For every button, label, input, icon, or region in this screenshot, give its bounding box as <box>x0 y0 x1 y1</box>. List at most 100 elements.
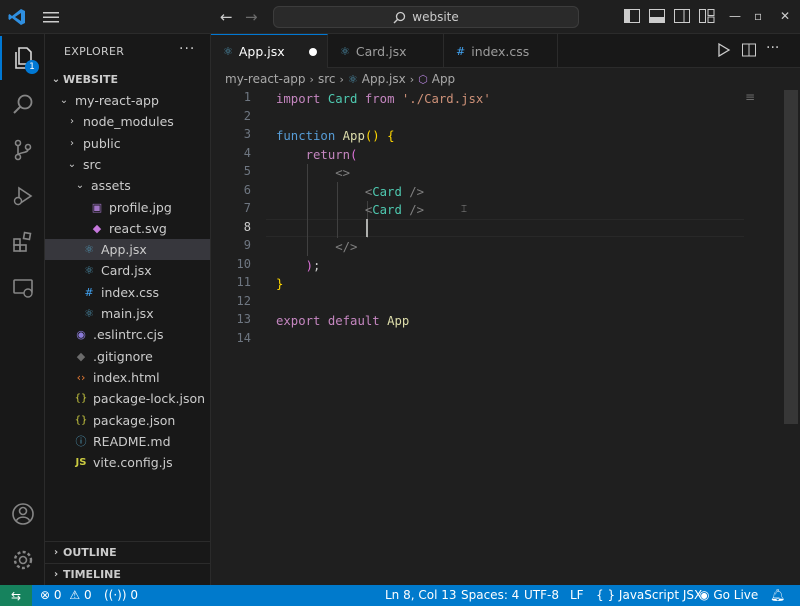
tree-item[interactable]: ◆ react.svg <box>45 218 210 239</box>
breadcrumb-item[interactable]: my-react-app <box>225 72 306 86</box>
toggle-panel-icon[interactable] <box>649 9 665 23</box>
tree-item[interactable]: › node_modules <box>45 111 210 132</box>
tree-item-label: react.svg <box>109 220 167 236</box>
hamburger-menu-icon[interactable] <box>42 9 60 25</box>
explorer-activity[interactable]: 1 <box>0 36 45 80</box>
forward-arrow-icon[interactable]: → <box>245 8 258 26</box>
code-line[interactable]: <> <box>276 164 350 183</box>
editor-scrollbar[interactable] <box>784 90 798 424</box>
explorer-header: EXPLORER ··· <box>45 34 211 68</box>
search-activity[interactable] <box>0 82 45 126</box>
maximize-button[interactable]: ▫ <box>754 9 762 23</box>
close-button[interactable]: ✕ <box>780 9 790 23</box>
tree-item-label: .gitignore <box>93 348 153 364</box>
broadcast-icon: ((·)) <box>104 588 127 602</box>
more-actions-icon[interactable]: ··· <box>179 41 195 57</box>
indentation[interactable]: Spaces: 4 <box>461 588 519 602</box>
line-number: 8 <box>243 219 251 234</box>
tree-item[interactable]: {} package.json <box>45 410 210 431</box>
minimize-button[interactable]: — <box>729 9 741 23</box>
ports-indicator[interactable]: ((·)) 0 <box>104 588 138 602</box>
customize-layout-icon[interactable] <box>699 9 715 23</box>
tree-item[interactable]: ⚛ App.jsx <box>45 239 210 261</box>
tree-item-label: my-react-app <box>75 93 159 108</box>
code-line[interactable]: </> <box>276 238 357 257</box>
manage-activity[interactable] <box>0 538 45 582</box>
eslint-file-icon: ◉ <box>76 328 86 342</box>
tree-item[interactable]: ◆ .gitignore <box>45 346 210 367</box>
end-of-line[interactable]: LF <box>570 588 584 602</box>
code-line[interactable]: ); <box>276 257 321 276</box>
code-line[interactable]: import Card from './Card.jsx' <box>276 90 491 109</box>
toggle-primary-sidebar-icon[interactable] <box>624 9 640 23</box>
chevron-right-icon: › <box>70 116 74 128</box>
readme-info-icon: ⓘ <box>75 435 87 449</box>
code-token: './Card.jsx' <box>401 92 491 106</box>
tree-item[interactable]: JS vite.config.js <box>45 452 210 473</box>
breadcrumb-item[interactable]: App <box>432 72 455 86</box>
minimap-icon[interactable]: ≡ <box>745 90 755 104</box>
tree-item[interactable]: ⓘ README.md <box>45 431 210 452</box>
more-actions-icon[interactable]: ··· <box>766 40 779 56</box>
tree-item[interactable]: ‹› index.html <box>45 367 210 388</box>
code-editor[interactable]: 1 2 3 4 5 6 7 8 9 10 11 12 13 14 import Card from './… <box>211 90 784 585</box>
source-control-activity[interactable] <box>0 128 45 172</box>
breadcrumb-item[interactable]: src <box>318 72 336 86</box>
extensions-activity[interactable] <box>0 220 45 264</box>
code-line[interactable]: function App() { <box>276 127 394 146</box>
command-center-search[interactable]: website <box>273 6 579 28</box>
problems-indicator[interactable]: ⊗ 0 ⚠ 0 <box>40 588 92 602</box>
breadcrumb-item[interactable]: App.jsx <box>362 72 406 86</box>
tree-item[interactable]: # index.css <box>45 282 210 303</box>
chevron-right-icon: › <box>53 547 59 558</box>
tree-item[interactable]: ⚛ Card.jsx <box>45 260 210 281</box>
run-debug-icon <box>13 186 32 206</box>
tree-item[interactable]: ▣ profile.jpg <box>45 197 210 218</box>
toggle-secondary-sidebar-icon[interactable] <box>674 9 690 23</box>
tree-item[interactable]: ⚛ main.jsx <box>45 303 210 324</box>
workspace-root[interactable]: ⌄ WEBSITE <box>45 69 210 90</box>
code-line[interactable]: <Card /> <box>276 183 424 202</box>
outline-label: OUTLINE <box>63 546 117 559</box>
tree-item[interactable]: ⌄ my-react-app <box>45 90 210 111</box>
outline-section[interactable]: › OUTLINE <box>45 541 210 563</box>
status-bar: ⇆ ⊗ 0 ⚠ 0 ((·)) 0 Ln 8, Col 13 Spaces: 4… <box>0 585 800 606</box>
json-file-icon: {} <box>74 393 88 405</box>
accounts-activity[interactable] <box>0 492 45 536</box>
line-number: 11 <box>236 275 251 289</box>
notifications-bell-icon[interactable]: 🔔︎ <box>770 588 785 602</box>
tree-item[interactable]: › public <box>45 133 210 154</box>
split-editor-icon[interactable] <box>742 43 756 57</box>
code-line[interactable]: export default App <box>276 312 409 331</box>
chevron-right-icon: › <box>339 72 344 86</box>
tree-item[interactable]: ⌄ assets <box>45 175 210 196</box>
encoding[interactable]: UTF-8 <box>524 588 559 602</box>
tab-index-css[interactable]: # index.css <box>444 34 558 68</box>
remote-indicator[interactable]: ⇆ <box>0 585 32 606</box>
activity-bar: 1 <box>0 34 45 585</box>
run-debug-activity[interactable] <box>0 174 45 218</box>
tree-item[interactable]: ⌄ src <box>45 154 210 175</box>
back-arrow-icon[interactable]: ← <box>220 8 233 26</box>
remote-explorer-activity[interactable] <box>0 266 45 310</box>
unsaved-dot-icon[interactable] <box>309 48 317 56</box>
cursor-position[interactable]: Ln 8, Col 13 <box>385 588 457 602</box>
remote-icon: ⇆ <box>10 588 22 603</box>
tree-item[interactable]: {} package-lock.json <box>45 388 210 409</box>
source-control-icon <box>14 139 31 161</box>
code-line[interactable]: return( <box>276 146 358 165</box>
code-line[interactable]: <Card /> <box>276 201 424 220</box>
code-token: return <box>276 147 351 162</box>
tab-app-jsx[interactable]: ⚛ App.jsx <box>211 34 328 68</box>
chevron-right-icon: › <box>309 72 314 86</box>
tree-item[interactable]: ◉ .eslintrc.cjs <box>45 324 210 345</box>
language-mode[interactable]: { } JavaScript JSX <box>596 588 702 602</box>
tab-card-jsx[interactable]: ⚛ Card.jsx <box>328 34 444 68</box>
code-token: </> <box>276 240 358 254</box>
go-live-label: Go Live <box>713 588 759 602</box>
code-line[interactable]: } <box>276 275 283 294</box>
timeline-section[interactable]: › TIMELINE <box>45 563 210 585</box>
go-live-button[interactable]: ◉ Go Live <box>699 588 758 602</box>
run-icon[interactable] <box>717 43 731 57</box>
